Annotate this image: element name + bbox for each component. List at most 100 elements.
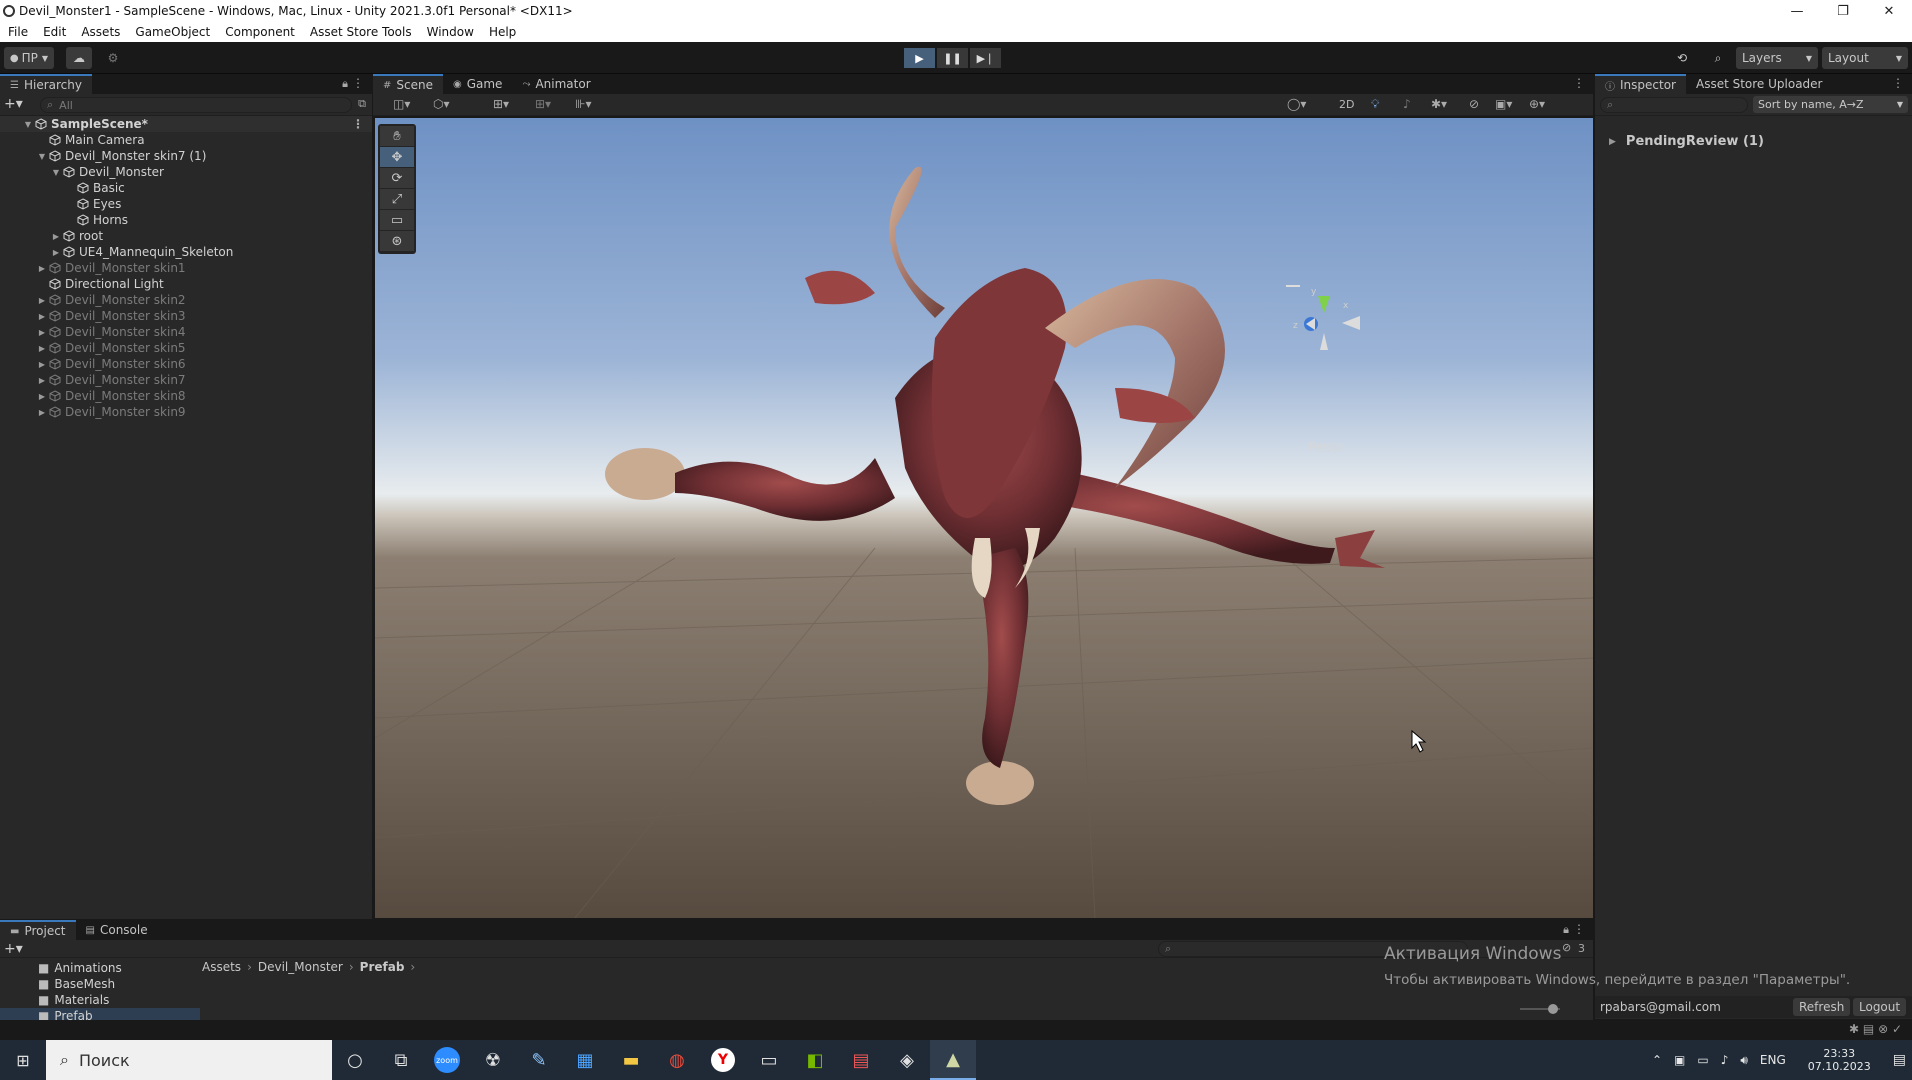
tab-game[interactable]: ◉ Game: [443, 74, 512, 94]
rect-tool-button[interactable]: ▭: [380, 210, 414, 230]
menu-asset-store-tools[interactable]: Asset Store Tools: [302, 25, 419, 39]
history-button[interactable]: ⟲: [1670, 47, 1694, 69]
foldout-arrow-icon[interactable]: ▶: [36, 312, 48, 321]
layout-dropdown[interactable]: Layout ▼: [1822, 47, 1908, 69]
sort-dropdown[interactable]: Sort by name, A→Z ▼: [1753, 96, 1908, 113]
tab-console[interactable]: ▤ Console: [76, 920, 158, 940]
audio-toggle-icon[interactable]: ♪: [1403, 97, 1411, 111]
increment-dropdown[interactable]: ⊪▾: [575, 97, 591, 111]
scene-visibility-icon[interactable]: ⧉: [358, 97, 366, 111]
more-icon[interactable]: ⋮: [1892, 76, 1904, 90]
zoom-app[interactable]: zoom: [424, 1040, 470, 1080]
start-button[interactable]: ⊞: [0, 1040, 46, 1080]
more-icon[interactable]: ⋮: [1573, 76, 1585, 90]
hierarchy-item[interactable]: Horns: [0, 212, 372, 228]
tab-asset-store-uploader[interactable]: Asset Store Uploader: [1686, 74, 1833, 94]
hierarchy-item[interactable]: ▶ Devil_Monster skin2: [0, 292, 372, 308]
tab-scene[interactable]: # Scene: [373, 74, 443, 94]
hierarchy-item[interactable]: ▼ Devil_Monster skin7 (1): [0, 148, 372, 164]
refresh-button[interactable]: Refresh: [1793, 998, 1851, 1016]
breadcrumb-assets[interactable]: Assets: [202, 960, 241, 974]
hierarchy-item[interactable]: Directional Light: [0, 276, 372, 292]
maximize-button[interactable]: ❐: [1820, 0, 1866, 22]
move-tool-button[interactable]: ✥: [380, 147, 414, 167]
hidden-count-icon[interactable]: ⊘: [1562, 941, 1571, 954]
tray-expand-icon[interactable]: ⌃: [1652, 1053, 1662, 1067]
folder-item[interactable]: ■ Materials: [0, 992, 200, 1008]
lang-indicator[interactable]: ENG: [1760, 1053, 1786, 1067]
app-10[interactable]: ▤: [838, 1040, 884, 1080]
foldout-arrow-icon[interactable]: ▶: [50, 248, 62, 257]
menu-assets[interactable]: Assets: [73, 25, 127, 39]
foldout-arrow-icon[interactable]: ▶: [36, 296, 48, 305]
transform-tool-button[interactable]: ⊛: [380, 231, 414, 251]
foldout-arrow-icon[interactable]: ▼: [36, 152, 48, 161]
search-button[interactable]: ⌕: [1706, 47, 1730, 69]
meet-icon[interactable]: ▣: [1674, 1053, 1685, 1067]
gizmos-dropdown[interactable]: ⊕▾: [1529, 97, 1545, 111]
task-view-button[interactable]: ⧉: [378, 1040, 424, 1080]
taskbar-search[interactable]: ⌕ Поиск: [46, 1040, 332, 1080]
collab-button[interactable]: ⚙: [100, 47, 126, 69]
lighting-toggle-icon[interactable]: 💡︎: [1371, 97, 1379, 112]
zoom-slider-thumb[interactable]: [1548, 1004, 1558, 1014]
rotate-tool-button[interactable]: ⟳: [380, 168, 414, 188]
persp-label[interactable]: Persp: [1309, 440, 1342, 454]
scene-root-item[interactable]: ▼ SampleScene* ⋮: [0, 116, 372, 132]
cortana-button[interactable]: ○: [332, 1040, 378, 1080]
hierarchy-item[interactable]: ▶ Devil_Monster skin3: [0, 308, 372, 324]
hierarchy-item[interactable]: ▶ Devil_Monster skin4: [0, 324, 372, 340]
foldout-arrow-icon[interactable]: ▶: [36, 360, 48, 369]
hierarchy-item[interactable]: ▶ Devil_Monster skin7: [0, 372, 372, 388]
app-2[interactable]: ☢: [470, 1040, 516, 1080]
hierarchy-item[interactable]: ▶ root: [0, 228, 372, 244]
menu-gameobject[interactable]: GameObject: [127, 25, 217, 39]
grid-dropdown[interactable]: ⊞▾: [535, 97, 551, 111]
hierarchy-search[interactable]: ⌕ All: [40, 97, 352, 113]
draw-mode-dropdown[interactable]: ◫▾: [393, 97, 410, 111]
hierarchy-item[interactable]: ▶ Devil_Monster skin5: [0, 340, 372, 356]
cloud-button[interactable]: ☁: [66, 47, 92, 69]
hierarchy-item[interactable]: ▼ Devil_Monster: [0, 164, 372, 180]
battery-icon[interactable]: ▭: [1697, 1053, 1708, 1067]
tab-hierarchy[interactable]: ☰ Hierarchy: [0, 74, 92, 94]
effects-dropdown[interactable]: ✱▾: [1431, 97, 1447, 111]
volume-icon[interactable]: 🔊︎: [1740, 1053, 1748, 1068]
folder-item[interactable]: ■ BaseMesh: [0, 976, 200, 992]
app-3[interactable]: ✎: [516, 1040, 562, 1080]
file-explorer[interactable]: ▬: [608, 1040, 654, 1080]
pause-button[interactable]: ❚❚: [937, 48, 968, 68]
more-icon[interactable]: ⋮: [352, 76, 364, 90]
menu-file[interactable]: File: [0, 25, 35, 39]
tab-inspector[interactable]: ⓘ Inspector: [1595, 74, 1686, 94]
layers-dropdown[interactable]: Layers ▼: [1736, 47, 1818, 69]
logout-button[interactable]: Logout: [1853, 998, 1907, 1016]
camera-dropdown[interactable]: ▣▾: [1495, 97, 1512, 111]
lock-icon[interactable]: 🔒︎: [1563, 923, 1569, 937]
hierarchy-item[interactable]: Basic: [0, 180, 372, 196]
toggle-2d-button[interactable]: 2D: [1339, 98, 1354, 111]
minimize-button[interactable]: —: [1774, 0, 1820, 22]
clock[interactable]: 23:33 07.10.2023: [1802, 1047, 1877, 1073]
menu-window[interactable]: Window: [419, 25, 481, 39]
menu-component[interactable]: Component: [217, 25, 302, 39]
shading-dropdown[interactable]: ⬡▾: [433, 97, 450, 111]
foldout-arrow-icon[interactable]: ▼: [22, 120, 34, 129]
more-icon[interactable]: ⋮: [352, 117, 364, 131]
more-icon[interactable]: ⋮: [1573, 922, 1585, 936]
scene-viewport[interactable]: y z x Persp ✋︎ ✥ ⟳ ⤢ ▭ ⊛: [375, 118, 1593, 918]
foldout-arrow-icon[interactable]: ▶: [36, 376, 48, 385]
tab-project[interactable]: ▬ Project: [0, 920, 76, 940]
foldout-arrow-icon[interactable]: ▶: [36, 264, 48, 273]
mic-icon[interactable]: ♪: [1721, 1053, 1729, 1067]
hand-tool-button[interactable]: ✋︎: [380, 126, 414, 146]
inspector-search[interactable]: ⌕: [1600, 97, 1748, 113]
foldout-arrow-icon[interactable]: ▶: [36, 328, 48, 337]
hierarchy-item[interactable]: ▶ Devil_Monster skin1: [0, 260, 372, 276]
unity-editor-app[interactable]: ▲: [930, 1040, 976, 1080]
menu-edit[interactable]: Edit: [35, 25, 73, 39]
hierarchy-item[interactable]: Main Camera: [0, 132, 372, 148]
folder-item[interactable]: ■ Animations: [0, 960, 200, 976]
hidden-objects-icon[interactable]: ⊘: [1469, 97, 1479, 111]
chrome-app[interactable]: ◍: [654, 1040, 700, 1080]
